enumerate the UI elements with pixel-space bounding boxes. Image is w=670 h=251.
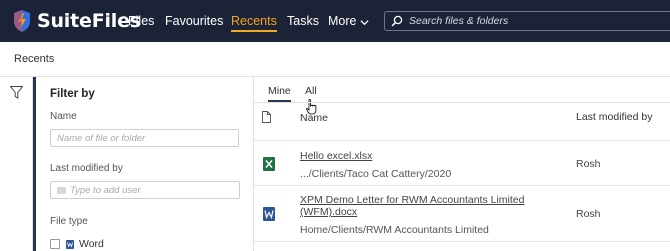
row-divider: [254, 185, 670, 186]
nav-tasks[interactable]: Tasks: [287, 14, 319, 28]
name-label: Name: [50, 111, 77, 122]
filter-icon[interactable]: [10, 86, 23, 99]
top-nav-bar: SuiteFiles Files Favourites Recents Task…: [0, 0, 670, 42]
last-modified-label: Last modified by: [50, 163, 123, 174]
tab-mine[interactable]: Mine: [268, 85, 291, 102]
nav-more-label: More: [328, 14, 357, 28]
app-logo[interactable]: SuiteFiles: [11, 9, 141, 33]
excel-icon: [263, 157, 275, 171]
last-modified-user-input[interactable]: Type to add user: [50, 181, 240, 199]
tab-all[interactable]: All: [305, 85, 317, 97]
file-name-link[interactable]: XPM Demo Letter for RWM Accountants Limi…: [300, 194, 550, 218]
breadcrumb: Recents: [14, 53, 55, 65]
nav-recents[interactable]: Recents: [231, 14, 277, 32]
file-modified-by: Rosh: [576, 208, 601, 220]
nav-more[interactable]: More: [328, 14, 370, 28]
name-column-header[interactable]: Name: [300, 112, 328, 124]
file-type-word-option[interactable]: Word: [50, 238, 104, 250]
filter-panel: Filter by Name Last modified by Type to …: [33, 77, 254, 251]
file-name-link[interactable]: Hello excel.xlsx: [300, 150, 550, 162]
tabs-divider: [254, 102, 670, 103]
nav-files[interactable]: Files: [128, 14, 154, 28]
logo-icon: [14, 10, 30, 32]
file-path: .../Clients/Taco Cat Cattery/2020: [300, 168, 452, 180]
filter-rail: [0, 77, 33, 251]
search-box[interactable]: [384, 11, 670, 31]
row-divider: [254, 241, 670, 242]
last-modified-column-header[interactable]: Last modified by: [576, 111, 656, 123]
search-icon: [391, 15, 403, 27]
word-icon: [263, 207, 275, 221]
word-option-label: Word: [79, 238, 104, 250]
file-icon: [262, 111, 271, 123]
user-icon: [57, 186, 66, 194]
file-path: Home/Clients/RWM Accountants Limited: [300, 224, 489, 236]
app-name: SuiteFiles: [37, 10, 141, 32]
chevron-down-icon: [360, 19, 370, 25]
user-input-placeholder: Type to add user: [70, 184, 141, 196]
file-list: Mine All Name Last modified by Hello exc…: [254, 77, 670, 251]
name-filter-input[interactable]: [50, 129, 239, 147]
file-modified-by: Rosh: [576, 158, 601, 170]
nav-favourites[interactable]: Favourites: [165, 14, 223, 28]
file-type-label: File type: [50, 216, 88, 227]
filter-title: Filter by: [50, 88, 95, 100]
header-divider: [254, 140, 670, 141]
word-icon: [66, 239, 74, 249]
word-checkbox[interactable]: [50, 239, 60, 249]
search-input[interactable]: [409, 15, 649, 27]
